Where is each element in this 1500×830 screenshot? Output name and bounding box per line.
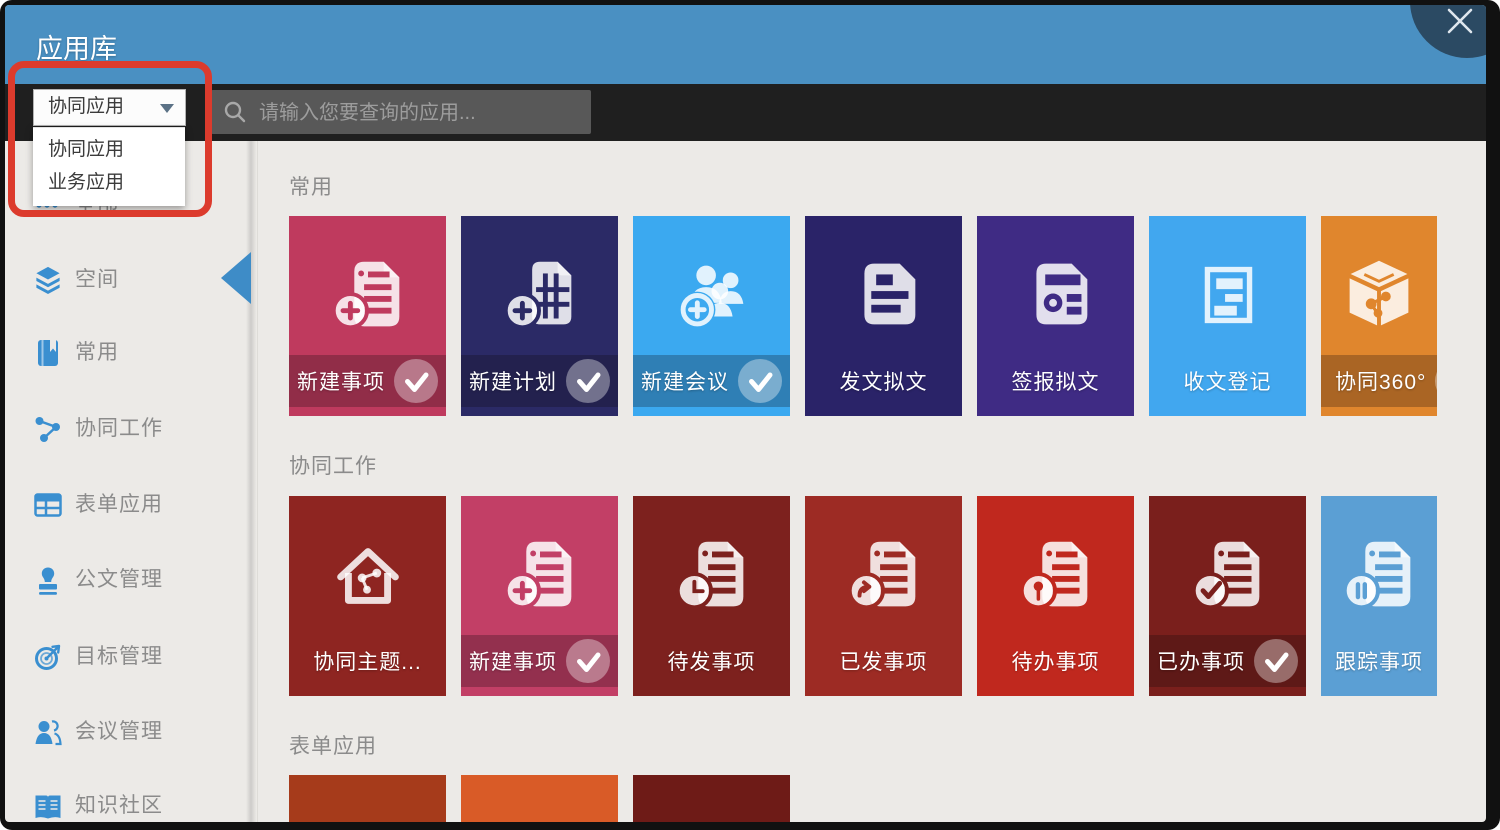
app-tile[interactable]: 协同主题... — [289, 496, 446, 696]
tile-label: 协同360° — [1335, 366, 1426, 396]
app-tile[interactable]: 新建计划 — [461, 216, 618, 416]
tile-label-bar: 已办事项 — [1149, 635, 1306, 687]
section-title: 常用 — [289, 171, 333, 201]
close-icon — [1445, 6, 1475, 36]
tile-label-bar: 收文登记 — [1149, 355, 1306, 407]
tile-label: 协同主题... — [313, 646, 422, 676]
app-tile[interactable]: 跟踪事项 — [1321, 496, 1437, 696]
section-title: 协同工作 — [289, 450, 377, 480]
tile-label-bar: 发文拟文 — [805, 355, 962, 407]
doc-clock-icon — [665, 528, 759, 622]
tile-label: 新建会议 — [641, 366, 729, 396]
tile-label: 跟踪事项 — [1335, 646, 1423, 676]
app-tile[interactable]: 新建事项 — [461, 496, 618, 696]
app-tile[interactable] — [633, 775, 790, 822]
doc-print-icon — [1009, 248, 1103, 342]
tile-label-bar: 待发事项 — [633, 635, 790, 687]
category-dropdown-menu: 协同应用业务应用 — [33, 127, 185, 206]
tile-label: 签报拟文 — [1012, 366, 1100, 396]
plan-plus-icon — [493, 248, 587, 342]
dropdown-option[interactable]: 协同应用 — [33, 133, 185, 166]
tile-label-bar: 协同主题... — [289, 635, 446, 687]
doc-pin-icon — [1009, 528, 1103, 622]
tile-label: 待发事项 — [668, 646, 756, 676]
chevron-down-icon — [160, 104, 174, 113]
category-select-value: 协同应用 — [48, 90, 124, 124]
tile-label-bar: 新建会议 — [633, 355, 790, 407]
section-title: 表单应用 — [289, 730, 377, 760]
selected-check-icon — [1254, 639, 1298, 683]
app-tile[interactable]: 待办事项 — [977, 496, 1134, 696]
doc-plus-icon — [321, 248, 415, 342]
tile-label: 发文拟文 — [840, 366, 928, 396]
tile-label-bar: 新建事项 — [461, 635, 618, 687]
search-box — [211, 90, 591, 134]
app-tile[interactable]: 协同360° — [1321, 216, 1437, 416]
app-tile[interactable]: 待发事项 — [633, 496, 790, 696]
selected-check-icon — [566, 359, 610, 403]
tile-label: 新建事项 — [469, 646, 557, 676]
doc-plus-icon — [493, 528, 587, 622]
app-tile[interactable]: 已发事项 — [805, 496, 962, 696]
selected-category-indicator — [221, 252, 251, 304]
close-button[interactable] — [1410, 5, 1486, 58]
selected-check-icon — [1435, 359, 1437, 403]
tile-label: 待办事项 — [1012, 646, 1100, 676]
tile-label: 已办事项 — [1157, 646, 1245, 676]
app-tile[interactable]: 新建事项 — [289, 216, 446, 416]
tile-label-bar: 协同360° — [1321, 355, 1437, 407]
category-select[interactable]: 协同应用 — [33, 89, 186, 126]
people-plus-icon — [665, 248, 759, 342]
tile-label-bar: 签报拟文 — [977, 355, 1134, 407]
selected-check-icon — [566, 639, 610, 683]
tile-label-bar: 新建计划 — [461, 355, 618, 407]
tile-label: 已发事项 — [840, 646, 928, 676]
search-input[interactable] — [257, 90, 581, 136]
tile-label-bar: 跟踪事项 — [1321, 635, 1437, 687]
app-tile[interactable] — [289, 775, 446, 822]
doc-track-icon — [1332, 528, 1426, 622]
app-tile[interactable]: 已办事项 — [1149, 496, 1306, 696]
tile-label: 收文登记 — [1184, 366, 1272, 396]
search-icon — [223, 100, 247, 124]
doc-send-icon — [837, 528, 931, 622]
house-share-icon — [321, 528, 415, 622]
app-tile[interactable]: 新建会议 — [633, 216, 790, 416]
doc-lines-icon — [837, 248, 931, 342]
selected-check-icon — [738, 359, 782, 403]
app-library-screenshot: 应用库 协同应用 全部空间常用协同工作表单应用公文管理目标管理会议管理知识社区 — [0, 0, 1500, 830]
tile-label-bar: 已发事项 — [805, 635, 962, 687]
app-tile[interactable]: 收文登记 — [1149, 216, 1306, 416]
dialog-header: 应用库 — [5, 5, 1486, 84]
dropdown-option[interactable]: 业务应用 — [33, 166, 185, 199]
tile-label-bar: 新建事项 — [289, 355, 446, 407]
tile-label: 新建事项 — [297, 366, 385, 396]
form-reg-icon — [1181, 248, 1275, 342]
toolbar: 协同应用 — [5, 84, 1486, 141]
tile-label: 新建计划 — [469, 366, 557, 396]
app-tile[interactable]: 签报拟文 — [977, 216, 1134, 416]
app-tile[interactable]: 发文拟文 — [805, 216, 962, 416]
doc-done-icon — [1181, 528, 1275, 622]
box-360-icon — [1332, 248, 1426, 342]
tile-label-bar: 待办事项 — [977, 635, 1134, 687]
app-tile[interactable] — [461, 775, 618, 822]
app-library-dialog: 应用库 协同应用 全部空间常用协同工作表单应用公文管理目标管理会议管理知识社区 — [5, 5, 1486, 822]
selected-check-icon — [394, 359, 438, 403]
page-title: 应用库 — [36, 27, 117, 66]
